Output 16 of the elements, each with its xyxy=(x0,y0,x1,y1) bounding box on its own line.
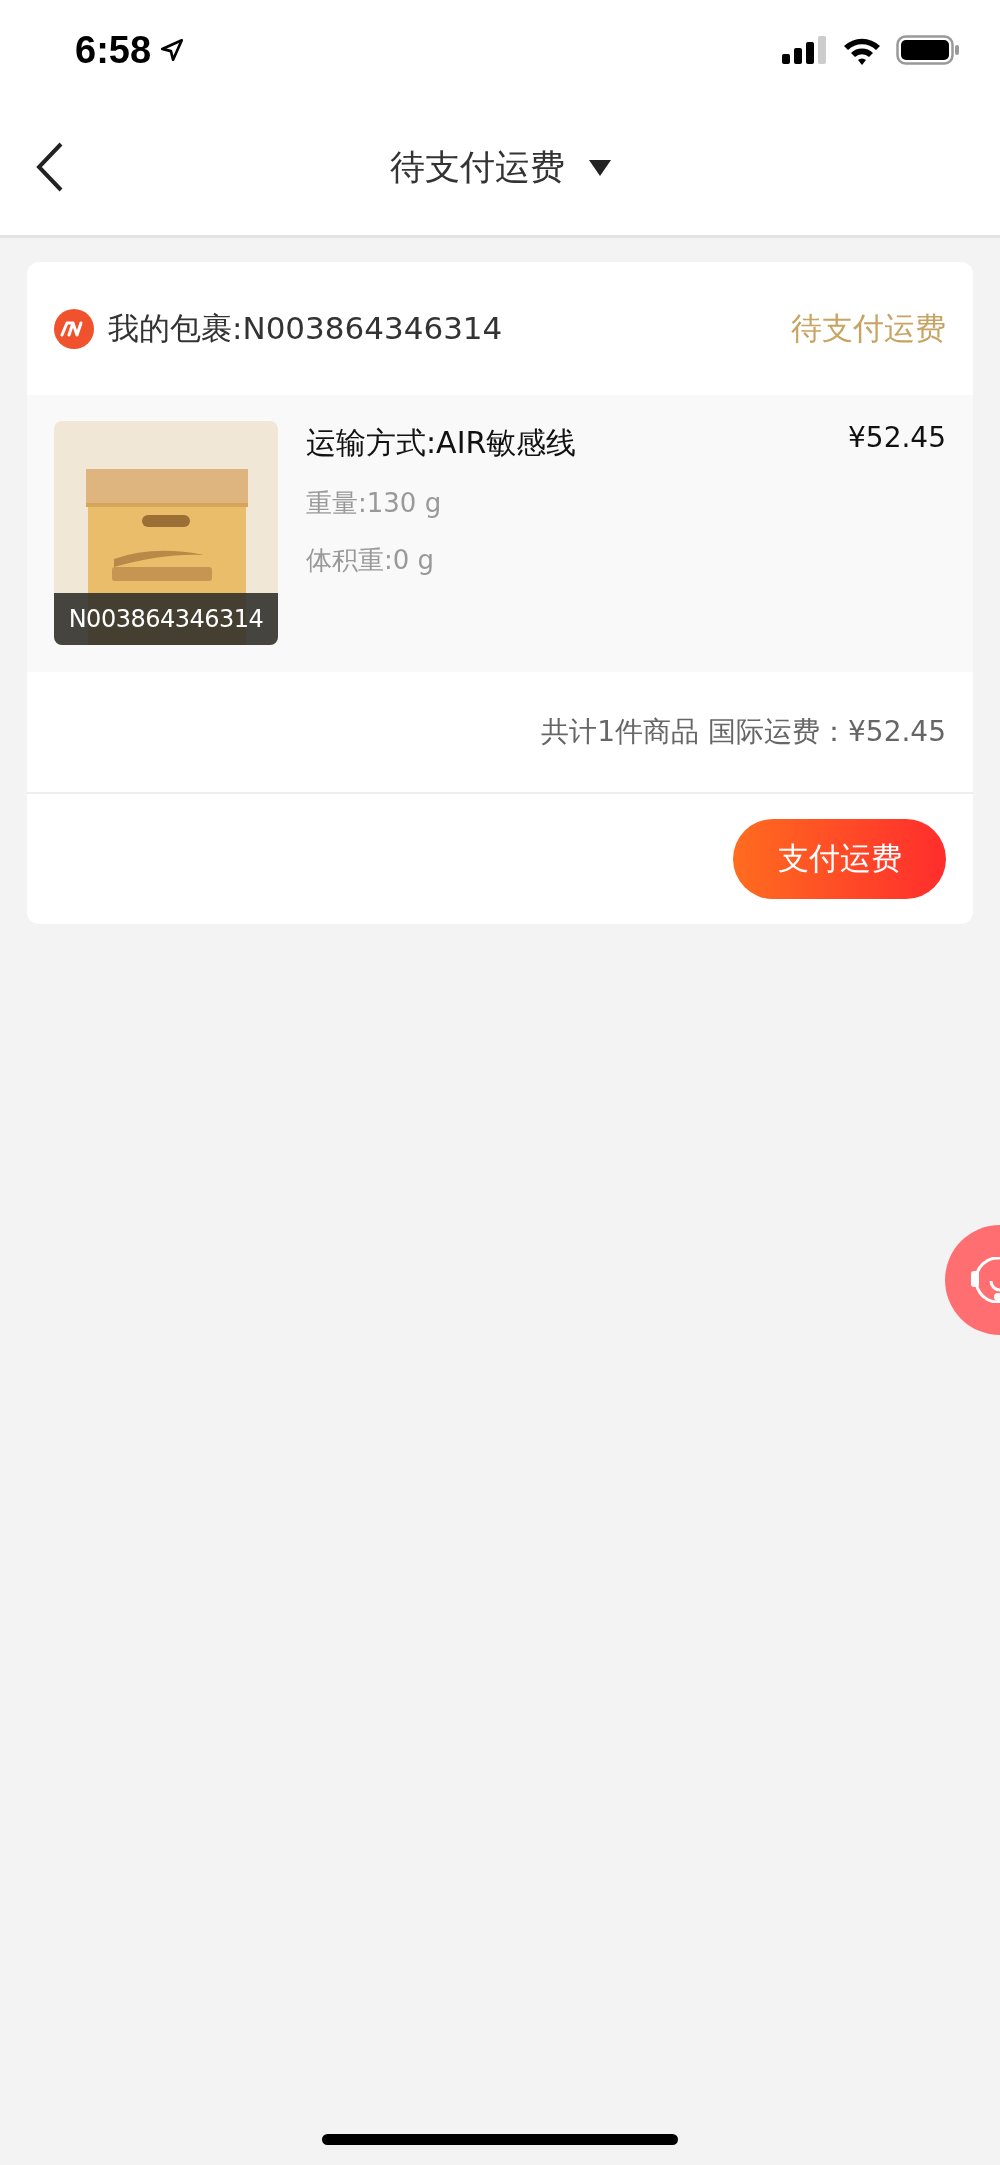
package-number: 我的包裹:N003864346314 xyxy=(108,308,504,348)
shipping-method: 运输方式:AIR敏感线 xyxy=(306,424,578,462)
package-status: 待支付运费 xyxy=(791,308,946,348)
weight-text: 重量:130 g xyxy=(306,487,443,520)
battery-icon xyxy=(896,35,960,65)
dropdown-caret-icon xyxy=(588,159,611,176)
item-price: ¥52.45 xyxy=(848,421,946,454)
status-filter-dropdown[interactable]: 待支付运费 xyxy=(389,144,611,191)
clock-time: 6:58 xyxy=(75,28,152,72)
brand-logo-icon xyxy=(54,308,94,349)
location-arrow-icon xyxy=(159,37,186,63)
shipping-summary: 共计1件商品 国际运费：¥52.45 xyxy=(541,714,946,750)
package-number-caption: N003864346314 xyxy=(54,593,278,645)
volume-weight-text: 体积重:0 g xyxy=(306,544,436,577)
headset-icon xyxy=(971,1257,1000,1303)
signal-icon xyxy=(782,36,828,64)
